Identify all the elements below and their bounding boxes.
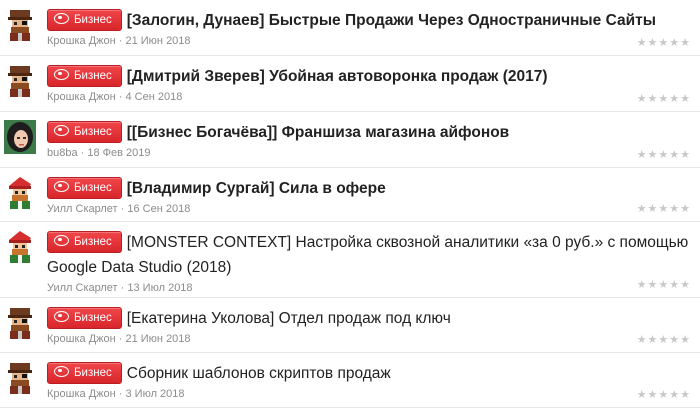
eye-icon xyxy=(54,235,69,246)
thread-row: Бизнес [[Бизнес Богачёва]] Франшиза магаз… xyxy=(0,112,700,168)
thread-row: Бизнес Сборник шаблонов скриптов продаж К… xyxy=(0,353,700,408)
rating-stars[interactable]: ★★★★★ xyxy=(637,388,691,401)
thread-title[interactable]: [MONSTER CONTEXT] Настройка сквозной ана… xyxy=(47,234,688,276)
category-badge[interactable]: Бизнес xyxy=(47,65,122,87)
eye-icon xyxy=(54,125,69,136)
badge-label: Бизнес xyxy=(74,312,112,324)
avatar[interactable] xyxy=(4,8,36,42)
meta-separator: · xyxy=(117,282,128,294)
thread-author[interactable]: Крошка Джон xyxy=(47,388,116,400)
thread-author[interactable]: Крошка Джон xyxy=(47,91,116,103)
category-badge[interactable]: Бизнес xyxy=(47,231,122,253)
thread-date: 3 Июл 2018 xyxy=(125,388,185,400)
badge-label: Бизнес xyxy=(74,182,112,194)
thread-title[interactable]: [Владимир Сургай] Сила в офере xyxy=(127,180,386,197)
thread-list: Бизнес [Залогин, Дунаев] Быстрые Продажи … xyxy=(0,0,700,408)
thread-title[interactable]: [Дмитрий Зверев] Убойная автоворонка про… xyxy=(127,68,548,85)
thread-date: 21 Июн 2018 xyxy=(125,333,191,345)
thread-title[interactable]: [Екатерина Уколова] Отдел продаж под клю… xyxy=(127,310,451,327)
avatar[interactable] xyxy=(4,120,36,154)
rating-stars[interactable]: ★★★★★ xyxy=(637,333,691,346)
rating-stars[interactable]: ★★★★★ xyxy=(637,148,691,161)
meta-separator: · xyxy=(117,203,128,215)
meta-separator: · xyxy=(77,147,88,159)
badge-label: Бизнес xyxy=(74,367,112,379)
thread-author[interactable]: bu8ba xyxy=(47,147,78,159)
thread-title[interactable]: Сборник шаблонов скриптов продаж xyxy=(127,365,391,382)
eye-icon xyxy=(54,366,69,377)
rating-stars[interactable]: ★★★★★ xyxy=(637,92,691,105)
thread-author[interactable]: Крошка Джон xyxy=(47,35,116,47)
thread-row: Бизнес [Екатерина Уколова] Отдел продаж п… xyxy=(0,298,700,353)
badge-label: Бизнес xyxy=(74,126,112,138)
thread-date: 13 Июл 2018 xyxy=(127,282,193,294)
eye-icon xyxy=(54,13,69,24)
avatar[interactable] xyxy=(4,230,36,264)
thread-author[interactable]: Уилл Скарлет xyxy=(47,282,118,294)
category-badge[interactable]: Бизнес xyxy=(47,121,122,143)
thread-date: 16 Сен 2018 xyxy=(127,203,191,215)
avatar[interactable] xyxy=(4,361,36,395)
eye-icon xyxy=(54,311,69,322)
rating-stars[interactable]: ★★★★★ xyxy=(637,278,691,291)
category-badge[interactable]: Бизнес xyxy=(47,9,122,31)
thread-date: 18 Фев 2019 xyxy=(87,147,151,159)
badge-label: Бизнес xyxy=(74,14,112,26)
thread-author[interactable]: Уилл Скарлет xyxy=(47,203,118,215)
avatar[interactable] xyxy=(4,176,36,210)
thread-row: Бизнес [MONSTER CONTEXT] Настройка сквозн… xyxy=(0,222,700,298)
eye-icon xyxy=(54,181,69,192)
thread-row: Бизнес [Залогин, Дунаев] Быстрые Продажи … xyxy=(0,0,700,56)
badge-label: Бизнес xyxy=(74,70,112,82)
thread-row: Бизнес [Владимир Сургай] Сила в офере Уил… xyxy=(0,168,700,222)
thread-author[interactable]: Крошка Джон xyxy=(47,333,116,345)
badge-label: Бизнес xyxy=(74,236,112,248)
category-badge[interactable]: Бизнес xyxy=(47,177,122,199)
thread-row: Бизнес [Дмитрий Зверев] Убойная автоворон… xyxy=(0,56,700,112)
thread-date: 4 Сен 2018 xyxy=(125,91,183,103)
thread-title[interactable]: [Залогин, Дунаев] Быстрые Продажи Через … xyxy=(127,12,656,29)
rating-stars[interactable]: ★★★★★ xyxy=(637,36,691,49)
category-badge[interactable]: Бизнес xyxy=(47,307,122,329)
category-badge[interactable]: Бизнес xyxy=(47,362,122,384)
rating-stars[interactable]: ★★★★★ xyxy=(637,202,691,215)
thread-title[interactable]: [[Бизнес Богачёва]] Франшиза магазина ай… xyxy=(127,124,509,141)
thread-date: 21 Июн 2018 xyxy=(125,35,191,47)
avatar[interactable] xyxy=(4,306,36,340)
eye-icon xyxy=(54,69,69,80)
avatar[interactable] xyxy=(4,64,36,98)
